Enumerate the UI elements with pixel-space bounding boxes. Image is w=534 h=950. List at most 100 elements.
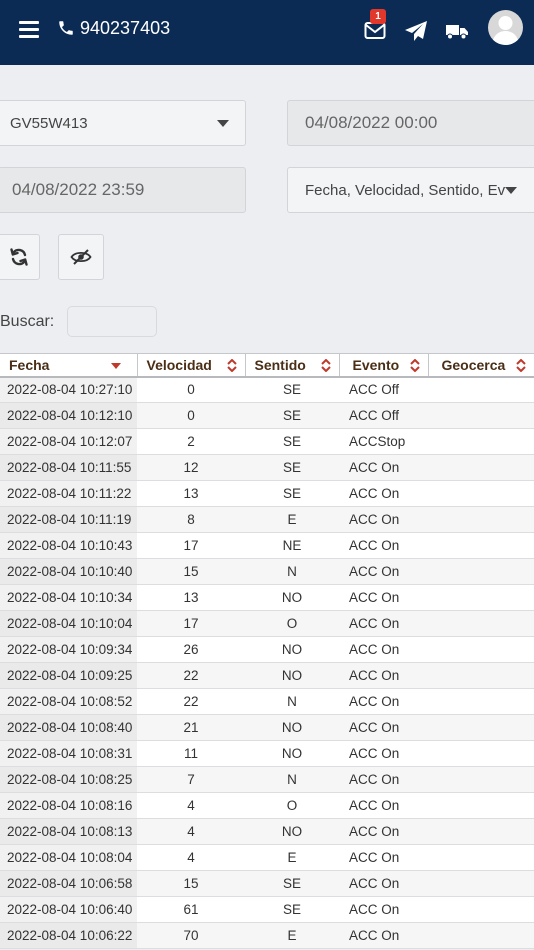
table-row[interactable]: 2022-08-04 10:11:55 12 SE ACC On: [0, 454, 534, 481]
cell-velocidad: 70: [137, 922, 245, 949]
sort-icon: [515, 359, 526, 372]
column-header-label: Evento: [352, 356, 400, 373]
table-row[interactable]: 2022-08-04 10:10:34 13 NO ACC On: [0, 584, 534, 611]
menu-icon[interactable]: [19, 21, 39, 39]
top-navbar: 940237403 1: [0, 0, 534, 65]
columns-select[interactable]: Fecha, Velocidad, Sentido, Ev: [287, 167, 534, 213]
column-header-geocerca[interactable]: Geocerca: [428, 353, 534, 378]
cell-velocidad: 15: [137, 558, 245, 585]
cell-sentido: N: [245, 558, 339, 585]
events-table: Fecha Velocidad Sentido Evento Geocerca …: [0, 353, 534, 949]
column-header-velocidad[interactable]: Velocidad: [137, 353, 246, 378]
sort-icon: [226, 359, 237, 372]
table-row[interactable]: 2022-08-04 10:12:07 2 SE ACCStop: [0, 428, 534, 455]
chevron-down-icon: [217, 120, 229, 127]
cell-fecha: 2022-08-04 10:06:58: [0, 870, 137, 897]
cell-sentido: O: [245, 610, 339, 637]
table-row[interactable]: 2022-08-04 10:11:22 13 SE ACC On: [0, 480, 534, 507]
table-row[interactable]: 2022-08-04 10:08:31 11 NO ACC On: [0, 740, 534, 767]
cell-velocidad: 13: [137, 480, 245, 507]
cell-evento: ACC On: [339, 584, 428, 611]
cell-sentido: SE: [245, 454, 339, 481]
table-row[interactable]: 2022-08-04 10:09:25 22 NO ACC On: [0, 662, 534, 689]
cell-velocidad: 17: [137, 610, 245, 637]
column-header-label: Fecha: [9, 356, 50, 373]
cell-sentido: NO: [245, 636, 339, 663]
table-row[interactable]: 2022-08-04 10:06:22 70 E ACC On: [0, 922, 534, 949]
cell-fecha: 2022-08-04 10:06:22: [0, 922, 137, 949]
cell-sentido: N: [245, 766, 339, 793]
column-header-fecha[interactable]: Fecha: [0, 353, 138, 378]
cell-evento: ACC Off: [339, 376, 428, 403]
cell-fecha: 2022-08-04 10:10:34: [0, 584, 137, 611]
cell-fecha: 2022-08-04 10:08:16: [0, 792, 137, 819]
chevron-down-icon: [505, 187, 517, 194]
cell-evento: ACC On: [339, 610, 428, 637]
table-row[interactable]: 2022-08-04 10:06:58 15 SE ACC On: [0, 870, 534, 897]
cell-fecha: 2022-08-04 10:06:40: [0, 896, 137, 923]
cell-evento: ACC Off: [339, 402, 428, 429]
table-row[interactable]: 2022-08-04 10:12:10 0 SE ACC Off: [0, 402, 534, 429]
send-icon[interactable]: [404, 20, 428, 42]
table-row[interactable]: 2022-08-04 10:08:40 21 NO ACC On: [0, 714, 534, 741]
cell-fecha: 2022-08-04 10:08:25: [0, 766, 137, 793]
cell-sentido: SE: [245, 428, 339, 455]
start-datetime-input[interactable]: 04/08/2022 00:00: [287, 100, 534, 146]
end-datetime-input[interactable]: 04/08/2022 23:59: [0, 167, 246, 213]
cell-sentido: NO: [245, 740, 339, 767]
cell-evento: ACC On: [339, 454, 428, 481]
column-header-evento[interactable]: Evento: [339, 353, 429, 378]
table-row[interactable]: 2022-08-04 10:10:43 17 NE ACC On: [0, 532, 534, 559]
table-row[interactable]: 2022-08-04 10:27:10 0 SE ACC Off: [0, 376, 534, 403]
phone-icon: [59, 21, 73, 35]
search-input[interactable]: [67, 306, 157, 337]
cell-geocerca: [428, 896, 534, 923]
truck-icon[interactable]: [445, 22, 469, 40]
table-row[interactable]: 2022-08-04 10:08:16 4 O ACC On: [0, 792, 534, 819]
cell-geocerca: [428, 870, 534, 897]
table-row[interactable]: 2022-08-04 10:10:40 15 N ACC On: [0, 558, 534, 585]
cell-evento: ACC On: [339, 896, 428, 923]
cell-sentido: NE: [245, 532, 339, 559]
device-select[interactable]: GV55W413: [0, 100, 246, 146]
table-row[interactable]: 2022-08-04 10:09:34 26 NO ACC On: [0, 636, 534, 663]
cell-velocidad: 13: [137, 584, 245, 611]
cell-fecha: 2022-08-04 10:09:34: [0, 636, 137, 663]
cell-fecha: 2022-08-04 10:12:10: [0, 402, 137, 429]
cell-geocerca: [428, 740, 534, 767]
table-row[interactable]: 2022-08-04 10:08:04 4 E ACC On: [0, 844, 534, 871]
refresh-button[interactable]: [0, 234, 40, 280]
cell-evento: ACC On: [339, 532, 428, 559]
table-row[interactable]: 2022-08-04 10:11:19 8 E ACC On: [0, 506, 534, 533]
cell-sentido: E: [245, 922, 339, 949]
cell-sentido: SE: [245, 376, 339, 403]
table-row[interactable]: 2022-08-04 10:10:04 17 O ACC On: [0, 610, 534, 637]
column-header-label: Velocidad: [146, 356, 212, 373]
table-row[interactable]: 2022-08-04 10:06:40 61 SE ACC On: [0, 896, 534, 923]
toggle-visibility-button[interactable]: [58, 234, 104, 280]
user-avatar[interactable]: [488, 10, 523, 45]
cell-sentido: SE: [245, 402, 339, 429]
column-header-sentido[interactable]: Sentido: [245, 353, 340, 378]
cell-geocerca: [428, 402, 534, 429]
cell-sentido: N: [245, 688, 339, 715]
cell-fecha: 2022-08-04 10:10:04: [0, 610, 137, 637]
cell-velocidad: 4: [137, 844, 245, 871]
cell-sentido: E: [245, 506, 339, 533]
table-row[interactable]: 2022-08-04 10:08:25 7 N ACC On: [0, 766, 534, 793]
cell-geocerca: [428, 584, 534, 611]
cell-velocidad: 22: [137, 688, 245, 715]
cell-geocerca: [428, 662, 534, 689]
cell-evento: ACC On: [339, 480, 428, 507]
cell-sentido: NO: [245, 714, 339, 741]
column-header-label: Sentido: [254, 356, 306, 373]
search-label: Buscar:: [0, 313, 55, 330]
sort-icon: [320, 359, 331, 372]
table-header-row: Fecha Velocidad Sentido Evento Geocerca: [0, 353, 534, 378]
table-row[interactable]: 2022-08-04 10:08:52 22 N ACC On: [0, 688, 534, 715]
cell-evento: ACC On: [339, 844, 428, 871]
cell-sentido: NO: [245, 662, 339, 689]
table-row[interactable]: 2022-08-04 10:08:13 4 NO ACC On: [0, 818, 534, 845]
cell-fecha: 2022-08-04 10:09:25: [0, 662, 137, 689]
cell-velocidad: 0: [137, 402, 245, 429]
